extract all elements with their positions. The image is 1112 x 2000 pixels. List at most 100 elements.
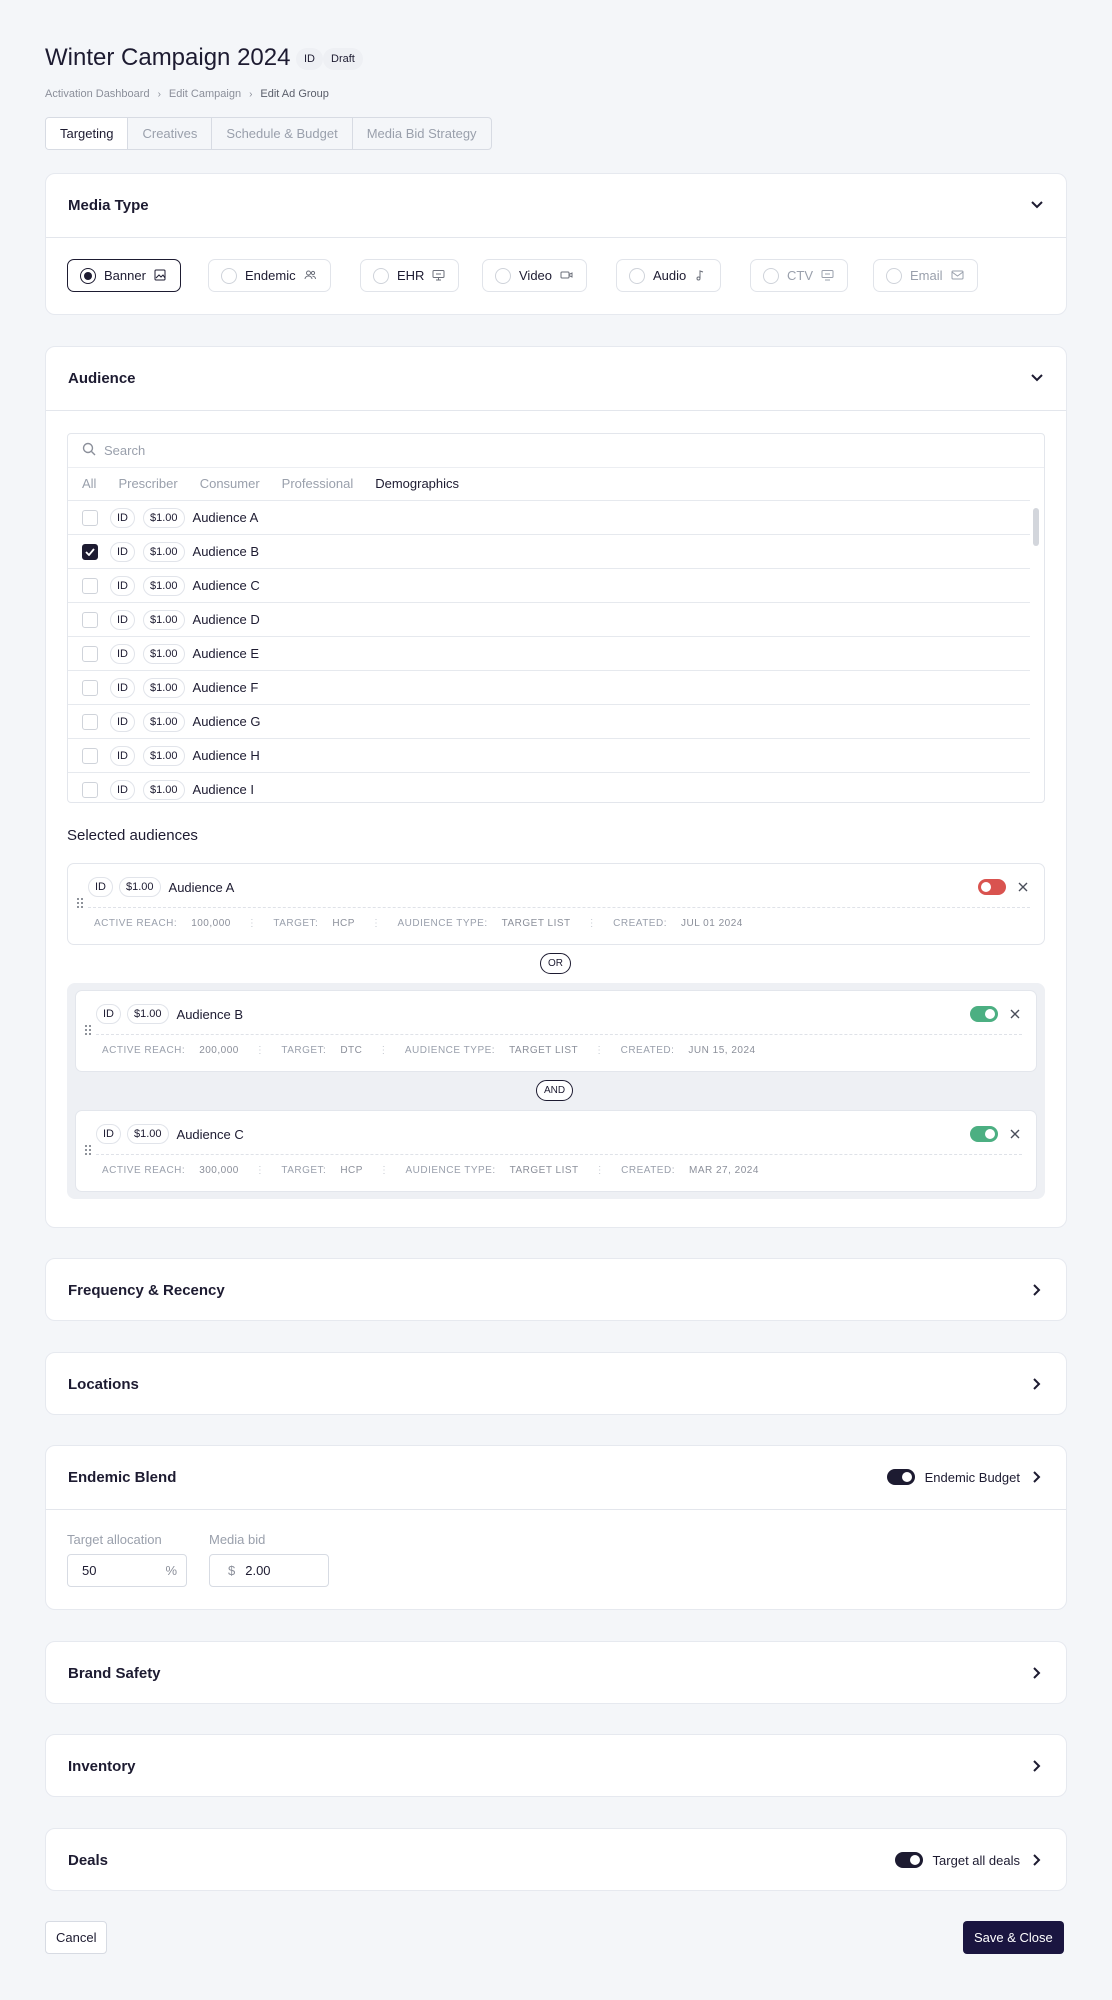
chevron-right-icon[interactable] — [1030, 1283, 1044, 1297]
list-item[interactable]: ID $1.00 Audience I — [68, 772, 1030, 802]
meta-separator: ⋮ — [378, 1045, 389, 1056]
radio-unselected[interactable] — [373, 267, 389, 284]
target-allocation-field[interactable]: 50 % — [67, 1554, 187, 1587]
list-item[interactable]: ID $1.00 Audience A — [68, 500, 1030, 534]
media-type-banner[interactable]: Banner — [67, 259, 181, 292]
endemic-blend-header[interactable]: Endemic Blend Endemic Budget — [68, 1446, 1044, 1508]
media-type-video[interactable]: Video — [482, 259, 588, 292]
checkbox[interactable] — [82, 679, 98, 696]
filter-prescriber[interactable]: Prescriber — [118, 476, 177, 491]
inventory-section[interactable]: Inventory — [45, 1734, 1067, 1797]
price-pill: $1.00 — [127, 1004, 169, 1024]
audience-toggle[interactable] — [970, 1126, 998, 1142]
dashed-divider — [96, 1154, 1022, 1155]
checkbox[interactable] — [82, 645, 98, 662]
chevron-down-icon[interactable] — [1030, 198, 1044, 212]
radio-unselected[interactable] — [886, 267, 902, 284]
media-type-label: Banner — [104, 268, 146, 283]
checkbox[interactable] — [82, 611, 98, 628]
checkbox[interactable] — [82, 577, 98, 594]
checkbox[interactable] — [82, 781, 98, 798]
list-item[interactable]: ID $1.00 Audience E — [68, 636, 1030, 670]
chevron-right-icon[interactable] — [1030, 1470, 1044, 1484]
radio-unselected[interactable] — [763, 267, 779, 284]
media-type-ctv[interactable]: CTV — [750, 259, 848, 292]
list-item[interactable]: ID $1.00 Audience C — [68, 568, 1030, 602]
audience-toggle[interactable] — [978, 879, 1006, 895]
search-input[interactable]: Search — [104, 443, 145, 458]
audience-name: Audience A — [168, 879, 235, 895]
price-pill: $1.00 — [143, 711, 185, 732]
id-pill: ID — [110, 575, 135, 596]
list-item[interactable]: ID $1.00 Audience F — [68, 670, 1030, 704]
frequency-recency-section[interactable]: Frequency & Recency — [45, 1258, 1067, 1321]
breadcrumb-edit-campaign[interactable]: Edit Campaign — [169, 88, 241, 100]
logic-or-badge[interactable]: OR — [540, 953, 571, 974]
brand-safety-section[interactable]: Brand Safety — [45, 1641, 1067, 1704]
breadcrumb-activation-dashboard[interactable]: Activation Dashboard — [45, 88, 150, 100]
media-type-label: EHR — [397, 268, 425, 283]
filter-demographics[interactable]: Demographics — [375, 476, 459, 491]
chevron-right-icon[interactable] — [1030, 1666, 1044, 1680]
filter-consumer[interactable]: Consumer — [200, 476, 260, 491]
list-item[interactable]: ID $1.00 Audience B — [68, 534, 1030, 568]
checkbox-checked[interactable] — [82, 543, 98, 560]
drag-handle-icon[interactable] — [84, 1023, 92, 1035]
drag-handle-icon[interactable] — [76, 896, 84, 908]
tab-bar: Targeting Creatives Schedule & Budget Me… — [45, 117, 492, 150]
target-all-deals-toggle[interactable] — [894, 1852, 923, 1868]
endemic-budget-toggle[interactable] — [886, 1469, 915, 1485]
chevron-right-icon[interactable] — [1030, 1759, 1044, 1773]
checkbox[interactable] — [82, 509, 98, 526]
locations-section[interactable]: Locations — [45, 1352, 1067, 1415]
chevron-right-icon[interactable] — [1030, 1377, 1044, 1391]
radio-unselected[interactable] — [221, 267, 237, 284]
media-type-header[interactable]: Media Type — [68, 174, 1044, 236]
list-item[interactable]: ID $1.00 Audience H — [68, 738, 1030, 772]
search-bar[interactable]: Search — [68, 434, 1044, 468]
checkbox[interactable] — [82, 747, 98, 764]
meta-reach-value: 300,000 — [199, 1165, 239, 1176]
radio-unselected[interactable] — [629, 267, 645, 284]
cancel-button[interactable]: Cancel — [45, 1921, 108, 1954]
section-title: Brand Safety — [68, 1664, 161, 1682]
scrollbar[interactable] — [1033, 508, 1039, 546]
close-icon[interactable] — [1016, 880, 1030, 894]
mail-icon — [951, 269, 965, 283]
audience-toggle[interactable] — [970, 1006, 998, 1022]
chevron-down-icon[interactable] — [1030, 371, 1044, 385]
section-divider — [46, 1509, 1066, 1510]
audience-header[interactable]: Audience — [68, 347, 1044, 409]
meta-target-label: TARGET: — [281, 1045, 327, 1056]
save-close-button[interactable]: Save & Close — [963, 1921, 1064, 1954]
media-type-endemic[interactable]: Endemic — [208, 259, 331, 292]
logic-and-badge[interactable]: AND — [536, 1080, 574, 1101]
checkbox[interactable] — [82, 713, 98, 730]
audience-name: Audience B — [192, 544, 260, 559]
price-pill: $1.00 — [119, 877, 161, 897]
radio-unselected[interactable] — [495, 267, 511, 284]
close-icon[interactable] — [1008, 1007, 1022, 1021]
media-type-audio[interactable]: Audio — [616, 259, 722, 292]
deals-section[interactable]: Deals Target all deals — [45, 1828, 1067, 1891]
tab-media-bid-strategy[interactable]: Media Bid Strategy — [353, 118, 491, 149]
close-icon[interactable] — [1008, 1127, 1022, 1141]
audience-name: Audience B — [176, 1006, 244, 1022]
list-item[interactable]: ID $1.00 Audience G — [68, 704, 1030, 738]
media-type-email[interactable]: Email — [873, 259, 978, 292]
price-pill: $1.00 — [143, 541, 185, 562]
filter-all[interactable]: All — [82, 476, 96, 491]
tab-schedule-budget[interactable]: Schedule & Budget — [212, 118, 353, 149]
meta-reach-label: ACTIVE REACH: — [102, 1045, 186, 1056]
media-type-ehr[interactable]: EHR — [360, 259, 460, 292]
list-item[interactable]: ID $1.00 Audience D — [68, 602, 1030, 636]
radio-selected[interactable] — [80, 267, 96, 284]
drag-handle-icon[interactable] — [84, 1143, 92, 1155]
meta-created-label: CREATED: — [613, 918, 667, 929]
media-bid-field[interactable]: $ 2.00 — [209, 1554, 329, 1587]
filter-professional[interactable]: Professional — [282, 476, 354, 491]
tab-creatives[interactable]: Creatives — [128, 118, 213, 149]
price-pill: $1.00 — [143, 507, 185, 528]
tab-targeting[interactable]: Targeting — [46, 118, 129, 149]
chevron-right-icon[interactable] — [1030, 1853, 1044, 1867]
